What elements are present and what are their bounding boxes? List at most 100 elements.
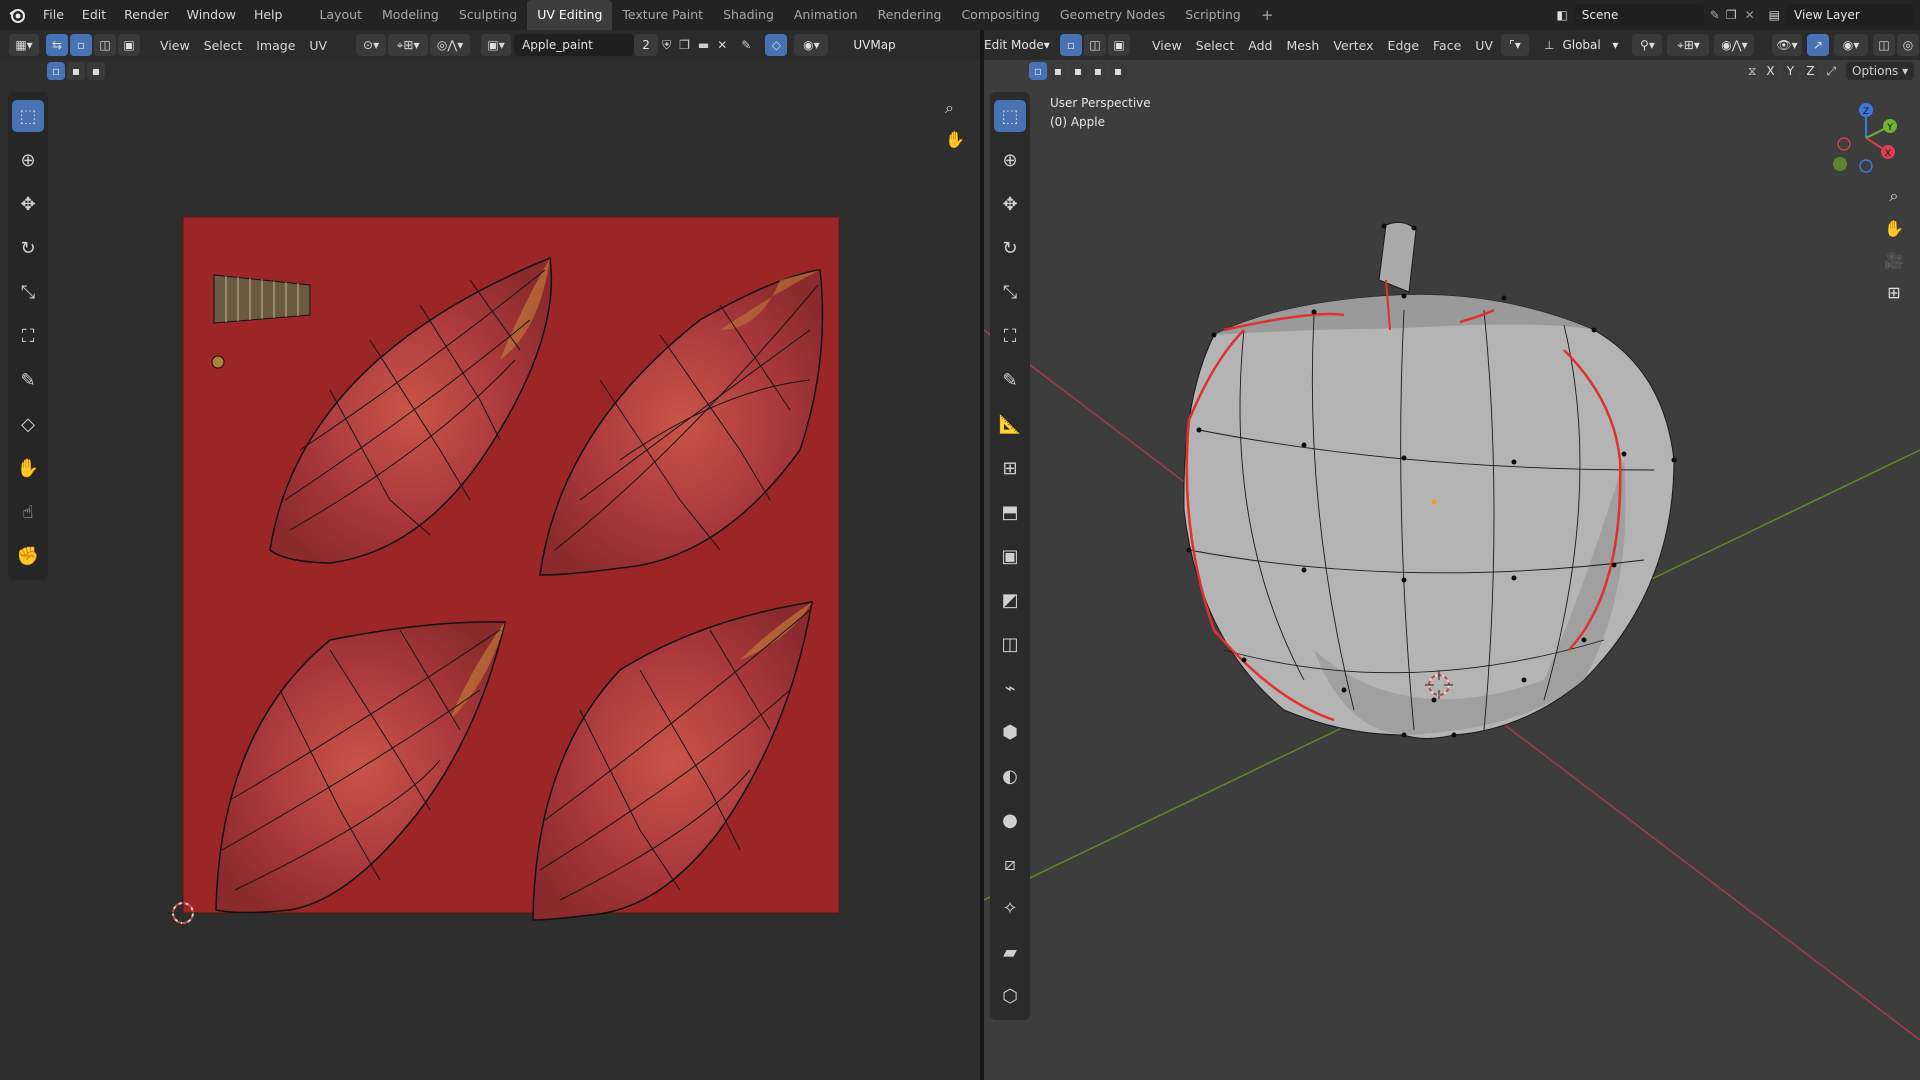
hand-pan-icon[interactable]: ✋ [1880,214,1908,242]
vp-overlay-icon[interactable]: ◉▾ [1834,34,1868,56]
shading-solid-icon[interactable]: ◎ [1897,34,1919,56]
viewport-toolbar: ⬚ ⊕ ✥ ↻ ⤡ ⛶ ✎ 📐 ⊞ ⬒ ▣ ◩ ◫ ⌁ ⬢ ◐ ● ⧄ ✧ ▰ ⬡ [990,92,1030,1020]
cursor-icon[interactable]: ⊕ [994,144,1026,176]
inset-icon[interactable]: ▣ [994,540,1026,572]
vp-menu-face[interactable]: Face [1426,38,1468,53]
spin-icon[interactable]: ◐ [994,760,1026,792]
viewport-canvas[interactable] [984,30,1920,1080]
move-icon[interactable]: ✥ [994,188,1026,220]
object-origin [1431,499,1437,505]
menu-edit[interactable]: Edit [73,0,115,30]
scene-selector[interactable]: ◧ Scene ✎ ❐ ✕ [1556,4,1755,26]
vp-snap-icon[interactable]: ⌖⊞▾ [1667,34,1710,56]
vp-select-subtract-icon[interactable]: ▪ [1069,62,1087,80]
vp-menu-mesh[interactable]: Mesh [1279,38,1326,53]
active-object-label: (0) Apple [1050,115,1105,129]
auto-merge-icon[interactable]: ⤢ [1826,64,1836,79]
tab-texture-paint[interactable]: Texture Paint [612,0,713,30]
edge-slide-icon[interactable]: ⧄ [994,848,1026,880]
menu-file[interactable]: File [34,0,73,30]
vp-menu-vertex[interactable]: Vertex [1326,38,1380,53]
bevel-icon[interactable]: ◩ [994,584,1026,616]
new-scene-icon[interactable]: ❐ [1726,8,1737,22]
options-dropdown[interactable]: Options ▾ [1846,62,1915,80]
vp-menu-select[interactable]: Select [1189,38,1242,53]
grid-perspective-icon[interactable]: ⊞ [1880,278,1908,306]
3d-viewport: Edit Mode ▾ ▫ ◫ ▣ View Select Add Mesh Ve… [984,30,1920,1080]
tab-shading[interactable]: Shading [713,0,784,30]
view-layer-selector[interactable]: ▤ View Layer [1769,4,1914,26]
shrink-fatten-icon[interactable]: ✧ [994,892,1026,924]
smooth-icon[interactable]: ● [994,804,1026,836]
vp-select-extend-icon[interactable]: ▪ [1049,62,1067,80]
rotate-icon[interactable]: ↻ [994,232,1026,264]
vertex-mode-icon[interactable]: ▫ [1060,34,1082,56]
orientation-chevron-icon: ▾ [1612,38,1619,52]
navigation-gizmo[interactable]: Z Y X [1826,96,1906,176]
shear-icon[interactable]: ▰ [994,936,1026,968]
vp-proportional-icon[interactable]: ◉⋀▾ [1714,34,1755,56]
rip-region-icon[interactable]: ⬡ [994,980,1026,1012]
viewport-nav-buttons: ⌕ ✋ 🎥 ⊞ [1880,182,1908,306]
view-layer-icon: ▤ [1768,8,1780,22]
vp-select-invert-icon[interactable]: ▪ [1089,62,1107,80]
tab-scripting[interactable]: Scripting [1175,0,1251,30]
add-workspace-icon[interactable]: + [1251,0,1284,30]
scale-icon[interactable]: ⤡ [994,276,1026,308]
tab-sculpting[interactable]: Sculpting [449,0,527,30]
edge-mode-icon[interactable]: ◫ [1084,34,1106,56]
mirror-z-toggle[interactable]: Z [1801,62,1820,80]
vp-menu-edge[interactable]: Edge [1381,38,1426,53]
main-menu: File Edit Render Window Help [34,0,291,30]
visibility-icon[interactable]: 👁▾ [1772,34,1802,56]
vp-secondary-row: ▫ ▪ ▪ ▪ ▪ [1028,62,1128,80]
vp-menu-uv[interactable]: UV [1468,38,1500,53]
view-layer-field[interactable]: View Layer [1786,4,1914,26]
annotate-icon[interactable]: ✎ [994,364,1026,396]
measure-icon[interactable]: 📐 [994,408,1026,440]
top-bar: File Edit Render Window Help Layout Mode… [0,0,1920,30]
transform-icon[interactable]: ⛶ [994,320,1026,352]
menu-window[interactable]: Window [178,0,245,30]
mirror-icon: ⧖ [1748,63,1757,78]
menu-help[interactable]: Help [245,0,292,30]
scene-field[interactable]: Scene [1573,4,1704,26]
orientation-selector[interactable]: Global ▾ [1554,34,1627,56]
mirror-x-toggle[interactable]: X [1761,62,1780,80]
vp-select-intersect-icon[interactable]: ▪ [1109,62,1127,80]
remove-scene-icon[interactable]: ✕ [1745,8,1755,22]
mode-selector[interactable]: Edit Mode ▾ [984,34,1056,56]
select-box-icon[interactable]: ⬚ [994,100,1026,132]
zoom-icon[interactable]: ⌕ [1880,182,1908,210]
menu-render[interactable]: Render [115,0,178,30]
camera-icon[interactable]: 🎥 [1880,246,1908,274]
vp-menu-view[interactable]: View [1145,38,1189,53]
knife-icon[interactable]: ⌁ [994,672,1026,704]
tab-rendering[interactable]: Rendering [868,0,952,30]
uv-island-stem-cap[interactable] [211,355,225,369]
vp-pivot-icon[interactable]: ⚲▾ [1632,34,1663,56]
apple-mesh[interactable] [1183,221,1677,739]
face-mode-icon[interactable]: ▣ [1108,34,1130,56]
tab-compositing[interactable]: Compositing [951,0,1049,30]
loop-cut-icon[interactable]: ◫ [994,628,1026,660]
vp-select-new-icon[interactable]: ▫ [1029,62,1047,80]
tab-animation[interactable]: Animation [784,0,868,30]
tab-geometry-nodes[interactable]: Geometry Nodes [1050,0,1175,30]
vp-menu-add[interactable]: Add [1241,38,1279,53]
tab-layout[interactable]: Layout [309,0,372,30]
mode-label: Edit Mode [984,38,1044,52]
xray-icon[interactable]: ◫ [1873,34,1895,56]
mirror-y-toggle[interactable]: Y [1781,62,1800,80]
tab-modeling[interactable]: Modeling [372,0,449,30]
pin-icon[interactable]: ✎ [1710,8,1720,22]
add-cube-icon[interactable]: ⊞ [994,452,1026,484]
blender-logo-icon[interactable] [0,6,34,24]
extrude-icon[interactable]: ⬒ [994,496,1026,528]
workspace-tabs: Layout Modeling Sculpting UV Editing Tex… [309,0,1283,30]
tab-uv-editing[interactable]: UV Editing [527,0,613,30]
poly-build-icon[interactable]: ⬢ [994,716,1026,748]
mesh-options-icon[interactable]: ⌜▾ [1500,34,1529,56]
uv-canvas[interactable] [0,30,980,1080]
vp-gizmo-icon[interactable]: ↗ [1807,34,1829,56]
